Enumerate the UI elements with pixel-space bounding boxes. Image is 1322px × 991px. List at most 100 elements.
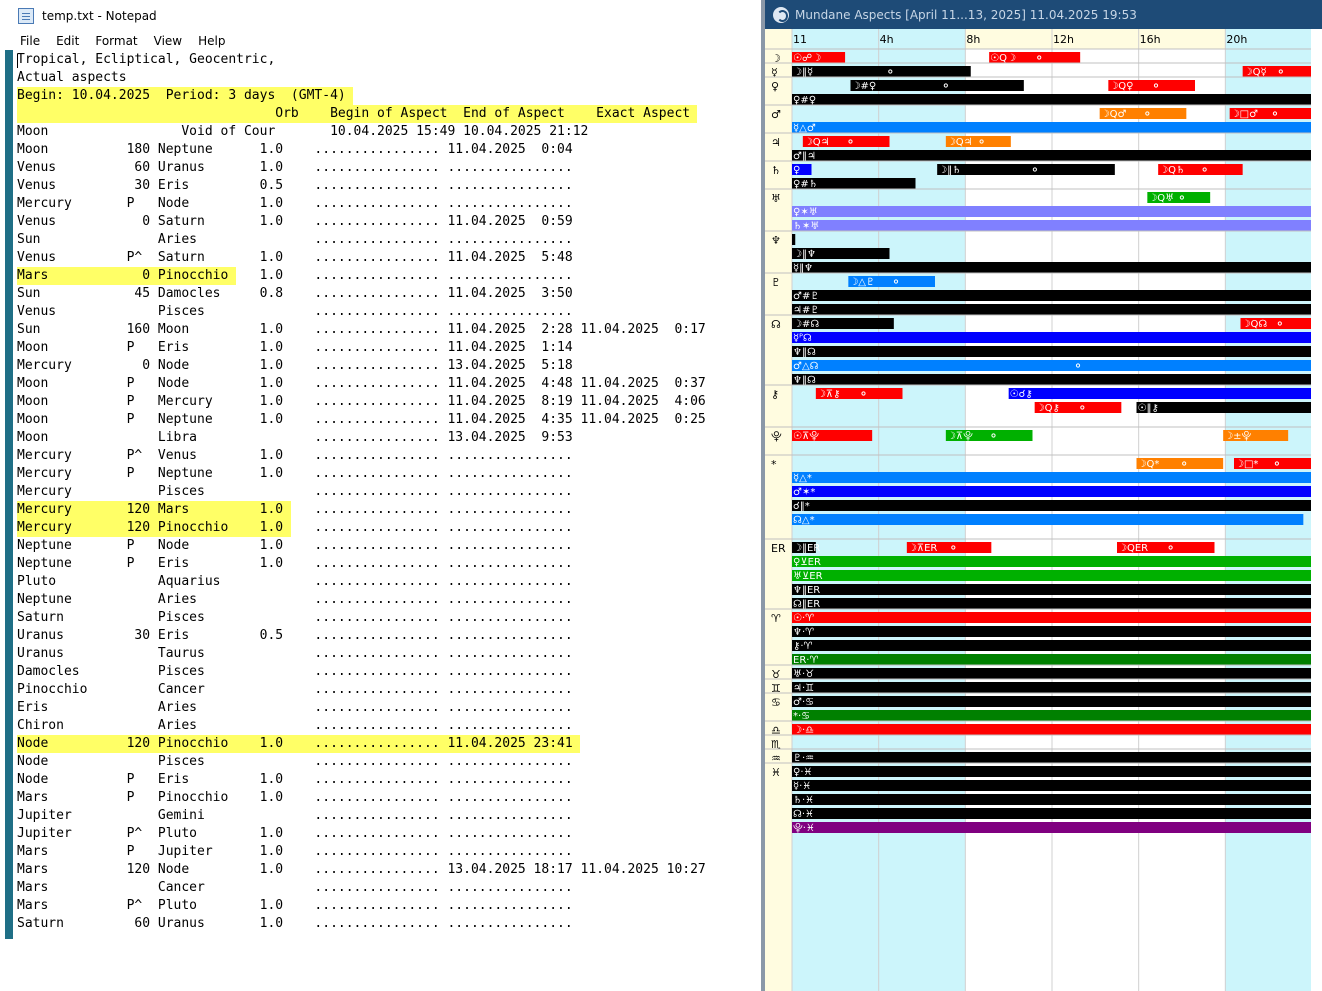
aspect-bar-label: ☉☌⚷ [1010,389,1033,400]
aspect-bar-label: ☽‖ER [793,543,820,554]
planet-glyph: ☊ [771,318,781,331]
planet-glyph: ⚷ [771,388,779,401]
text-line: Mars P^ Pluto 1.0 ................ .....… [17,897,761,915]
menu-file[interactable]: File [5,34,48,48]
aspect-bar[interactable] [792,808,1312,819]
text-line: Mars 0 Pinocchio 1.0 ................ ..… [17,267,761,285]
planet-glyph: ♀ [771,80,779,93]
aspect-bar[interactable] [792,304,1312,315]
hour-label: 4h [880,33,894,46]
aspect-bar[interactable] [792,472,1312,483]
aspect-bar-label: ☽Q♄ [1159,165,1185,176]
aspect-bar-label: ☿‖♆ [793,263,813,274]
aspect-bar[interactable] [792,122,1312,133]
aspect-bar[interactable] [792,206,1312,217]
aspect-bar-label: ♃#♇ [793,305,819,316]
aspect-bar[interactable] [792,682,1312,693]
aspect-bar[interactable] [792,822,1312,833]
aspect-bar-label: ♀·♓ [793,767,812,778]
aspect-bar[interactable] [792,612,1312,623]
aspect-bar[interactable] [1008,388,1312,399]
aspect-bar[interactable] [792,668,1312,679]
aspect-bar[interactable] [792,654,1312,665]
aspect-bar[interactable] [850,80,1024,91]
aspect-bar-label: ☽Q♀ [1109,81,1133,92]
aspect-bar-label: ♇·♒ [793,753,814,764]
aspect-bar-label: ♂‖♃ [793,151,816,162]
aspect-bar[interactable] [792,234,796,245]
text-line-content: Orb Begin of Aspect End of Aspect Exact … [17,106,691,121]
text-line-content: Neptune P Node 1.0 ................ ....… [17,538,573,553]
aspect-bar[interactable] [792,94,1312,105]
aspect-bar[interactable] [792,794,1312,805]
notepad-titlebar[interactable]: temp.txt - Notepad [5,0,761,31]
aspect-bar[interactable] [792,500,1312,511]
planet-glyph: ♄ [771,164,781,177]
aspect-bar[interactable] [792,374,1312,385]
text-line: Mercury 0 Node 1.0 ................ 13.0… [17,357,761,375]
aspect-bar[interactable] [792,724,1312,735]
text-line-content: Jupiter P^ Pluto 1.0 ................ ..… [17,826,573,841]
aspect-bar[interactable] [937,164,1115,175]
aspect-bar[interactable] [792,290,1312,301]
aspect-bar[interactable] [792,346,1312,357]
aspect-bar[interactable] [792,332,1312,343]
text-line-content: Saturn 60 Uranus 1.0 ................ ..… [17,916,573,931]
aspect-bar[interactable] [792,514,1304,525]
aspect-bar-label: ☽QER [1118,543,1148,554]
aspect-bar[interactable] [792,360,1312,371]
planet-glyph: ♅ [771,192,781,205]
text-line: Mercury 120 Mars 1.0 ................ ..… [17,501,761,519]
aspect-bar[interactable] [792,556,1312,567]
planet-glyph: ♋ [771,696,781,709]
text-editor[interactable]: Tropical, Ecliptical, Geocentric, Actual … [17,51,761,939]
aspect-bar[interactable] [792,584,1312,595]
aspect-bar-label: ☉Q☽ [990,53,1016,64]
text-line-content: Mars P Pinocchio 1.0 ................ ..… [17,790,573,805]
text-line-content: Venus 0 Saturn 1.0 ................ 11.0… [17,214,573,229]
text-line-content: Node Pisces ................ ...........… [17,754,573,769]
aspect-bar[interactable] [792,766,1312,777]
aspect-bar-label: ☿ᴾ☊ [793,333,812,344]
text-line-content: Begin: 10.04.2025 Period: 3 days (GMT-4) [17,88,346,103]
text-line: Mercury P Neptune 1.0 ................ .… [17,465,761,483]
aspect-timeline-chart[interactable]: 11 4h 8h 12h 16h 20h☽ ☉☍☽ ☉Q☽☿ ☽‖☿ ☽Q☿♀ ☽#♀ ☽Q♀♀#♀♂… [765,29,1322,991]
text-line-content: Moon P Node 1.0 ................ 11.04.2… [17,376,706,391]
aspect-bar[interactable] [792,66,971,77]
aspect-bar[interactable] [792,262,1312,273]
text-line: Tropical, Ecliptical, Geocentric, [17,51,761,69]
menu-format[interactable]: Format [87,34,145,48]
text-line: Neptune Aries ................ .........… [17,591,761,609]
aspect-bar-label: ♅⊻ER [793,571,823,582]
aspect-bar-label: ☽Q* [1138,459,1160,470]
aspect-bar[interactable] [792,640,1312,651]
text-line: Orb Begin of Aspect End of Aspect Exact … [17,105,761,123]
planet-glyph: * [771,458,777,471]
aspect-bar[interactable] [792,150,1312,161]
menu-edit[interactable]: Edit [48,34,87,48]
aspect-bar[interactable] [792,220,1312,231]
aspect-bar[interactable] [792,626,1312,637]
menu-view[interactable]: View [146,34,190,48]
aspect-bar-label: ♂·♋ [793,697,814,708]
text-cursor [17,54,18,68]
hour-label: 20h [1226,33,1247,46]
notepad-icon [18,7,34,24]
aspect-bar[interactable] [792,696,1312,707]
aspect-bar[interactable] [792,570,1312,581]
aspect-bar[interactable] [1136,402,1313,413]
aspects-titlebar[interactable]: Mundane Aspects [April 11...13, 2025] 11… [765,0,1322,29]
menu-help[interactable]: Help [190,34,233,48]
aspect-bar[interactable] [792,752,1312,763]
text-line-content: Sun Aries ................ .............… [17,232,573,247]
text-line: Moon P Neptune 1.0 ................ 11.0… [17,411,761,429]
app-logo-icon [773,6,789,23]
aspect-bar-label: ☊·♓ [793,809,814,820]
aspect-bar[interactable] [792,486,1312,497]
aspect-bar-label: ♆‖☊ [793,347,816,358]
aspect-bar[interactable] [792,710,1312,721]
aspect-bar[interactable] [792,780,1312,791]
aspect-bar[interactable] [792,598,1312,609]
aspect-bar-label: ☽Q♃ [804,137,830,148]
text-line-content: Moon 180 Neptune 1.0 ................ 11… [17,142,573,157]
